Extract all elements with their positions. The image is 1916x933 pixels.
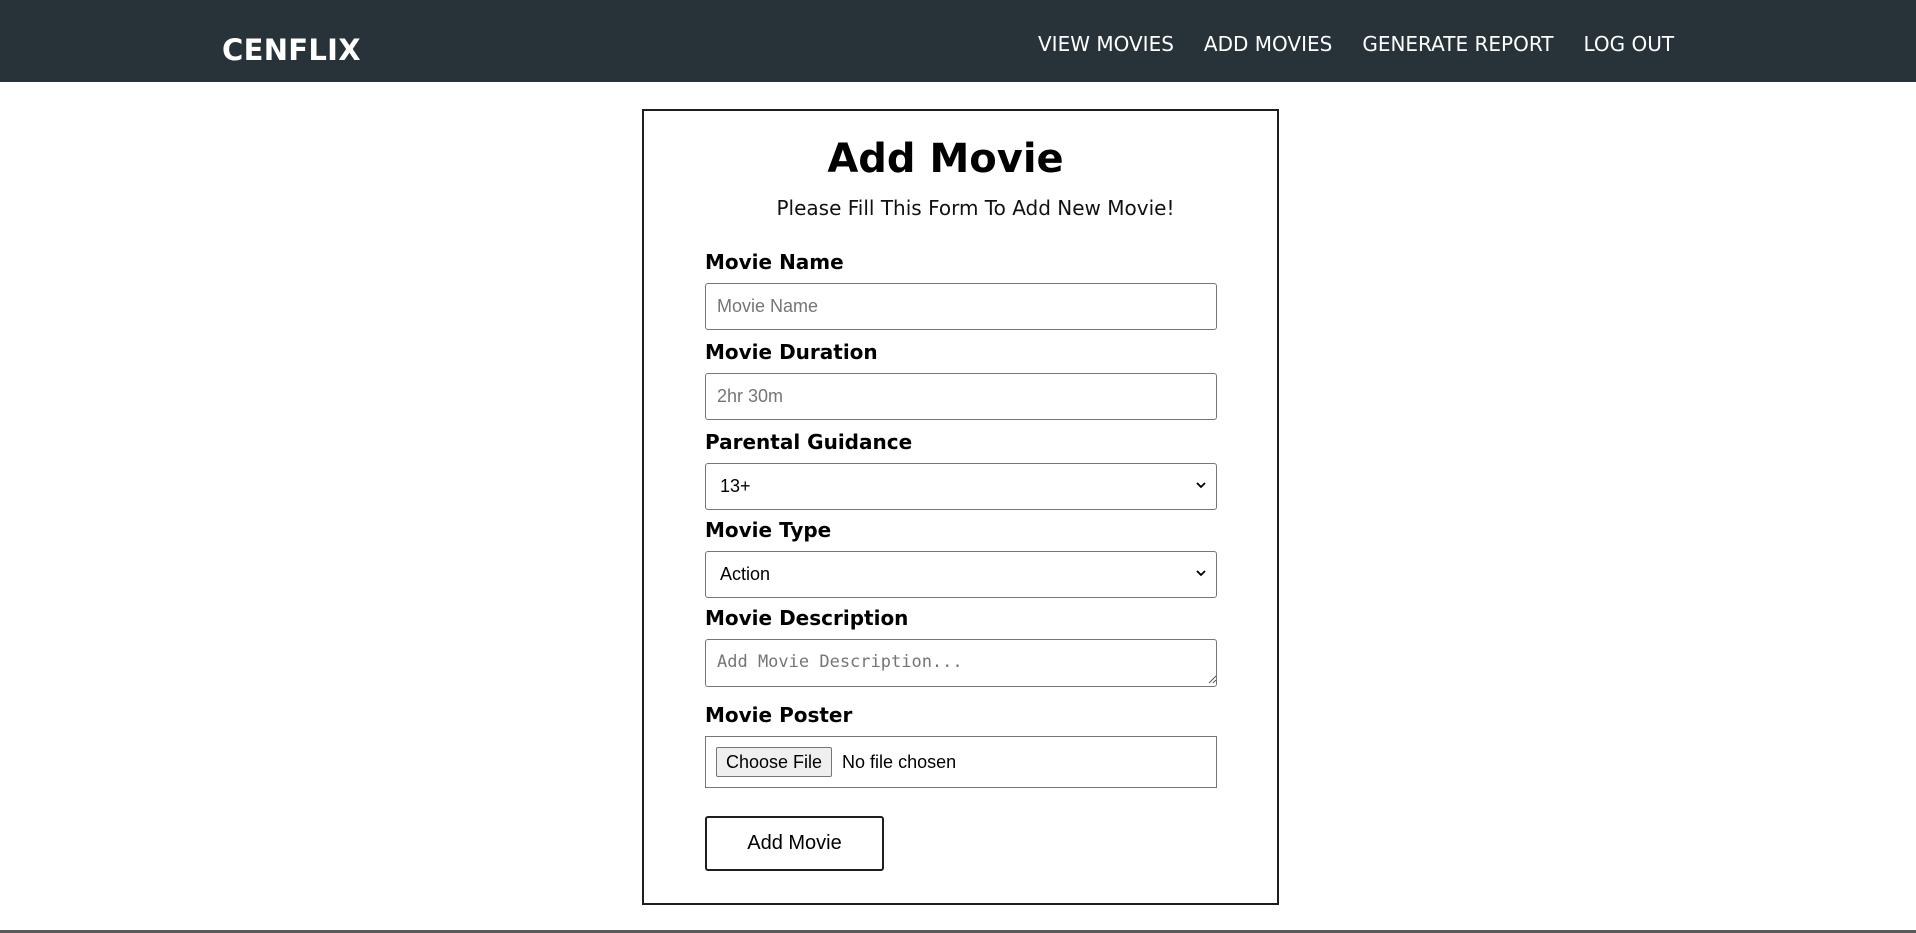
movie-poster-label: Movie Poster: [705, 703, 853, 727]
nav-link-log-out[interactable]: LOG OUT: [1583, 32, 1674, 56]
resize-grip-icon[interactable]: [1207, 674, 1217, 684]
nav-links: VIEW MOVIES ADD MOVIES GENERATE REPORT L…: [1038, 32, 1674, 56]
movie-type-select[interactable]: Action: [705, 551, 1217, 598]
movie-description-label: Movie Description: [705, 606, 909, 630]
parental-guidance-select[interactable]: 13+: [705, 463, 1217, 510]
movie-type-value: Action: [720, 564, 771, 584]
file-status-text: No file chosen: [842, 751, 957, 772]
parental-guidance-value: 13+: [720, 476, 751, 496]
chevron-down-icon: [1196, 482, 1206, 489]
nav-link-generate-report[interactable]: GENERATE REPORT: [1362, 32, 1553, 56]
nav-link-add-movies[interactable]: ADD MOVIES: [1204, 32, 1332, 56]
movie-name-input[interactable]: [705, 283, 1217, 330]
chevron-down-icon: [1196, 570, 1206, 577]
movie-duration-input[interactable]: [705, 373, 1217, 420]
form-subtitle: Please Fill This Form To Add New Movie!: [776, 196, 1175, 220]
add-movie-submit-button[interactable]: Add Movie: [705, 816, 884, 871]
movie-description-textarea[interactable]: [705, 639, 1217, 687]
movie-description-wrapper: [644, 639, 1277, 687]
choose-file-button[interactable]: Choose File: [716, 747, 833, 777]
movie-poster-file-input[interactable]: Choose File No file chosen: [705, 736, 1217, 788]
add-movie-form: Add Movie Please Fill This Form To Add N…: [642, 109, 1279, 905]
top-navbar: CENFLIX VIEW MOVIES ADD MOVIES GENERATE …: [0, 0, 1916, 82]
form-title: Add Movie: [827, 136, 1064, 182]
parental-guidance-label: Parental Guidance: [705, 430, 913, 454]
movie-type-label: Movie Type: [705, 518, 832, 542]
nav-link-view-movies[interactable]: VIEW MOVIES: [1038, 32, 1174, 56]
movie-duration-label: Movie Duration: [705, 340, 878, 364]
movie-name-label: Movie Name: [705, 250, 844, 274]
brand-logo[interactable]: CENFLIX: [222, 32, 361, 68]
